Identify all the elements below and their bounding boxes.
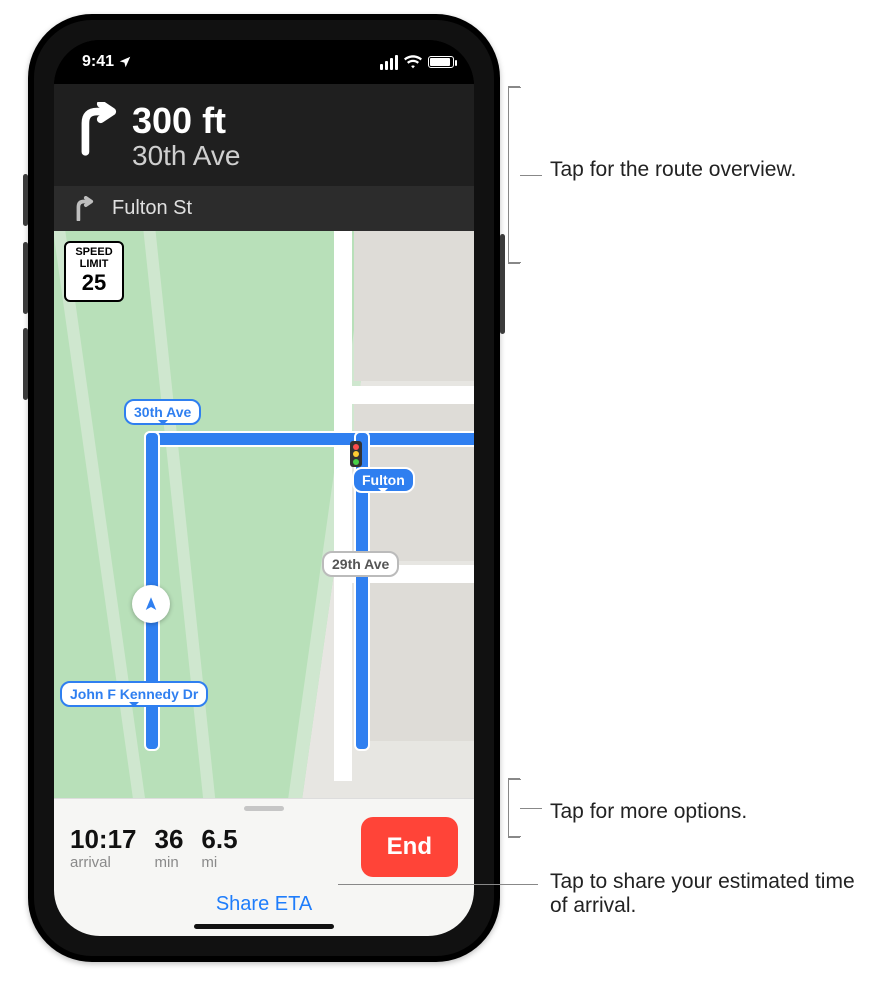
eta-distance: 6.5 mi <box>201 824 237 870</box>
end-button[interactable]: End <box>361 817 458 877</box>
volume-up-button <box>23 242 28 314</box>
screen: 9:41 300 ft 3 <box>54 40 474 936</box>
share-eta-link[interactable]: Share ETA <box>216 893 312 915</box>
callout-bracket <box>508 86 520 264</box>
map-label-30th-ave: 30th Ave <box>124 399 201 425</box>
notch <box>164 40 364 67</box>
turn-right-small-icon <box>72 196 94 222</box>
cell-signal-icon <box>380 55 398 70</box>
direction-banner-primary[interactable]: 300 ft 30th Ave <box>54 84 474 186</box>
wifi-icon <box>404 55 422 69</box>
callout-line <box>338 884 538 885</box>
callout-route-overview: Tap for the route overview. <box>550 158 796 182</box>
battery-icon <box>428 56 454 68</box>
turn-right-icon <box>72 102 118 156</box>
map-label-fulton: Fulton <box>352 467 415 493</box>
callout-more-options: Tap for more options. <box>550 800 747 824</box>
map-label-29th-ave: 29th Ave <box>322 551 399 577</box>
volume-down-button <box>23 328 28 400</box>
eta-arrival: 10:17 arrival <box>70 824 137 870</box>
location-arrow-icon <box>118 55 132 69</box>
callout-share-eta: Tap to share your estimated time of arri… <box>550 870 870 918</box>
power-button <box>500 234 505 334</box>
eta-duration: 36 min <box>155 824 184 870</box>
phone-frame: 9:41 300 ft 3 <box>28 14 500 962</box>
status-time: 9:41 <box>82 53 114 71</box>
home-indicator[interactable] <box>194 924 334 929</box>
callout-bracket <box>508 778 520 838</box>
map-view[interactable]: SPEED LIMIT 25 30th Ave Fulton 29th Ave … <box>54 231 474 798</box>
direction-distance: 300 ft <box>132 102 240 140</box>
route-line <box>144 431 474 447</box>
direction-banner-secondary[interactable]: Fulton St <box>54 186 474 232</box>
mute-switch <box>23 174 28 226</box>
traffic-light-icon <box>350 441 362 467</box>
direction-street: 30th Ave <box>132 140 240 172</box>
map-label-jfk: John F Kennedy Dr <box>60 681 208 707</box>
eta-sheet[interactable]: 10:17 arrival 36 min 6.5 mi End <box>54 798 474 936</box>
speed-limit-sign: SPEED LIMIT 25 <box>64 241 124 301</box>
direction-secondary-street: Fulton St <box>112 197 192 220</box>
